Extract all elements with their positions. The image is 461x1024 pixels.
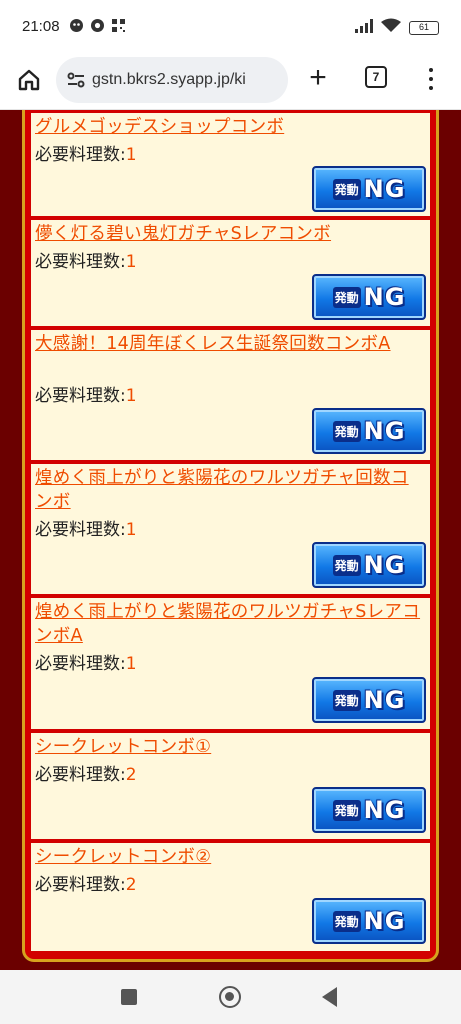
activate-kanji: 発動 xyxy=(332,178,361,200)
required-value: 2 xyxy=(125,765,137,785)
tab-switcher-button[interactable]: 7 xyxy=(365,66,387,88)
activate-ng-button[interactable]: 発動 NG xyxy=(312,274,426,320)
status-bar: 21:08 61 xyxy=(0,0,461,52)
activate-ng-button[interactable]: 発動 NG xyxy=(312,166,426,212)
required-dishes: 必要料理数:2 xyxy=(35,763,137,787)
required-dishes: 必要料理数:1 xyxy=(35,384,137,408)
home-nav-button[interactable] xyxy=(219,986,241,1008)
ng-text: NG xyxy=(363,686,406,714)
web-page: グルメゴッデスショップコンボ 必要料理数:1 発動 NG 儚く灯る碧い鬼灯ガチャS… xyxy=(0,110,461,970)
combo-card: 煌めく雨上がりと紫陽花のワルツガチャSレアコンボA 必要料理数:1 発動 NG xyxy=(31,598,430,729)
system-nav-bar xyxy=(0,970,461,1024)
required-label: 必要料理数: xyxy=(35,145,126,165)
required-label: 必要料理数: xyxy=(35,252,126,272)
ng-text: NG xyxy=(363,283,406,311)
activate-kanji: 発動 xyxy=(332,554,361,576)
required-value: 1 xyxy=(125,386,137,406)
required-label: 必要料理数: xyxy=(35,520,126,540)
ng-text: NG xyxy=(363,796,406,824)
combo-card: グルメゴッデスショップコンボ 必要料理数:1 発動 NG xyxy=(31,113,430,216)
combo-title-link[interactable]: シークレットコンボ① xyxy=(35,735,425,759)
required-label: 必要料理数: xyxy=(35,765,126,785)
status-icons-right: 61 xyxy=(355,18,439,37)
required-label: 必要料理数: xyxy=(35,654,126,674)
site-settings-icon[interactable] xyxy=(66,71,86,89)
browser-toolbar: gstn.bkrs2.syapp.jp/ki + 7 xyxy=(0,52,461,110)
home-button[interactable] xyxy=(13,64,45,96)
wifi-icon xyxy=(381,18,401,37)
status-time: 21:08 xyxy=(22,18,60,35)
combo-card: 儚く灯る碧い鬼灯ガチャSレアコンボ 必要料理数:1 発動 NG xyxy=(31,220,430,326)
combo-card: シークレットコンボ① 必要料理数:2 発動 NG xyxy=(31,733,430,839)
required-dishes: 必要料理数:1 xyxy=(35,143,137,167)
combo-title-link[interactable]: 煌めく雨上がりと紫陽花のワルツガチャ回数コンボ xyxy=(35,466,425,514)
menu-dot-icon xyxy=(429,68,433,72)
activate-kanji: 発動 xyxy=(332,799,361,821)
recents-button[interactable] xyxy=(121,989,137,1005)
home-icon xyxy=(18,69,40,91)
activate-ng-button[interactable]: 発動 NG xyxy=(312,787,426,833)
battery-icon: 61 xyxy=(409,20,439,35)
ng-text: NG xyxy=(363,175,406,203)
required-dishes: 必要料理数:1 xyxy=(35,518,137,542)
activate-kanji: 発動 xyxy=(332,689,361,711)
combo-card: 大感謝！14周年ぼくレス生誕祭回数コンボA 必要料理数:1 発動 NG xyxy=(31,330,430,460)
chrome-icon xyxy=(89,17,105,33)
combo-card: 煌めく雨上がりと紫陽花のワルツガチャ回数コンボ 必要料理数:1 発動 NG xyxy=(31,464,430,594)
required-value: 1 xyxy=(125,654,137,674)
activate-kanji: 発動 xyxy=(332,286,361,308)
required-value: 2 xyxy=(125,875,137,895)
combo-title-link[interactable]: 煌めく雨上がりと紫陽花のワルツガチャSレアコンボA xyxy=(35,600,425,648)
combo-card: シークレットコンボ② 必要料理数:2 発動 NG xyxy=(31,843,430,951)
status-icons-left xyxy=(68,17,126,33)
activate-ng-button[interactable]: 発動 NG xyxy=(312,408,426,454)
ng-text: NG xyxy=(363,551,406,579)
more-menu-button[interactable] xyxy=(425,66,437,92)
activate-kanji: 発動 xyxy=(332,420,361,442)
notification-icon xyxy=(68,17,84,33)
combo-title-link[interactable]: 大感謝！14周年ぼくレス生誕祭回数コンボA xyxy=(35,332,425,356)
required-label: 必要料理数: xyxy=(35,386,126,406)
required-value: 1 xyxy=(125,252,137,272)
activate-ng-button[interactable]: 発動 NG xyxy=(312,677,426,723)
ng-text: NG xyxy=(363,417,406,445)
signal-icon xyxy=(355,18,373,37)
combo-title-link[interactable]: 儚く灯る碧い鬼灯ガチャSレアコンボ xyxy=(35,222,425,246)
url-text[interactable]: gstn.bkrs2.syapp.jp/ki xyxy=(92,71,284,89)
back-button[interactable] xyxy=(322,987,337,1007)
address-bar[interactable]: gstn.bkrs2.syapp.jp/ki xyxy=(56,57,288,103)
ng-text: NG xyxy=(363,907,406,935)
qr-icon xyxy=(110,17,126,33)
activate-ng-button[interactable]: 発動 NG xyxy=(312,542,426,588)
menu-dot-icon xyxy=(429,77,433,81)
combo-title-link[interactable]: グルメゴッデスショップコンボ xyxy=(35,115,425,139)
required-dishes: 必要料理数:1 xyxy=(35,250,137,274)
required-dishes: 必要料理数:2 xyxy=(35,873,137,897)
required-value: 1 xyxy=(125,145,137,165)
required-value: 1 xyxy=(125,520,137,540)
required-dishes: 必要料理数:1 xyxy=(35,652,137,676)
required-label: 必要料理数: xyxy=(35,875,126,895)
combo-title-link[interactable]: シークレットコンボ② xyxy=(35,845,425,869)
new-tab-button[interactable]: + xyxy=(303,63,333,94)
home-circle-icon xyxy=(225,992,234,1001)
combo-list-frame: グルメゴッデスショップコンボ 必要料理数:1 発動 NG 儚く灯る碧い鬼灯ガチャS… xyxy=(22,110,439,962)
menu-dot-icon xyxy=(429,86,433,90)
activate-kanji: 発動 xyxy=(332,910,361,932)
activate-ng-button[interactable]: 発動 NG xyxy=(312,898,426,944)
